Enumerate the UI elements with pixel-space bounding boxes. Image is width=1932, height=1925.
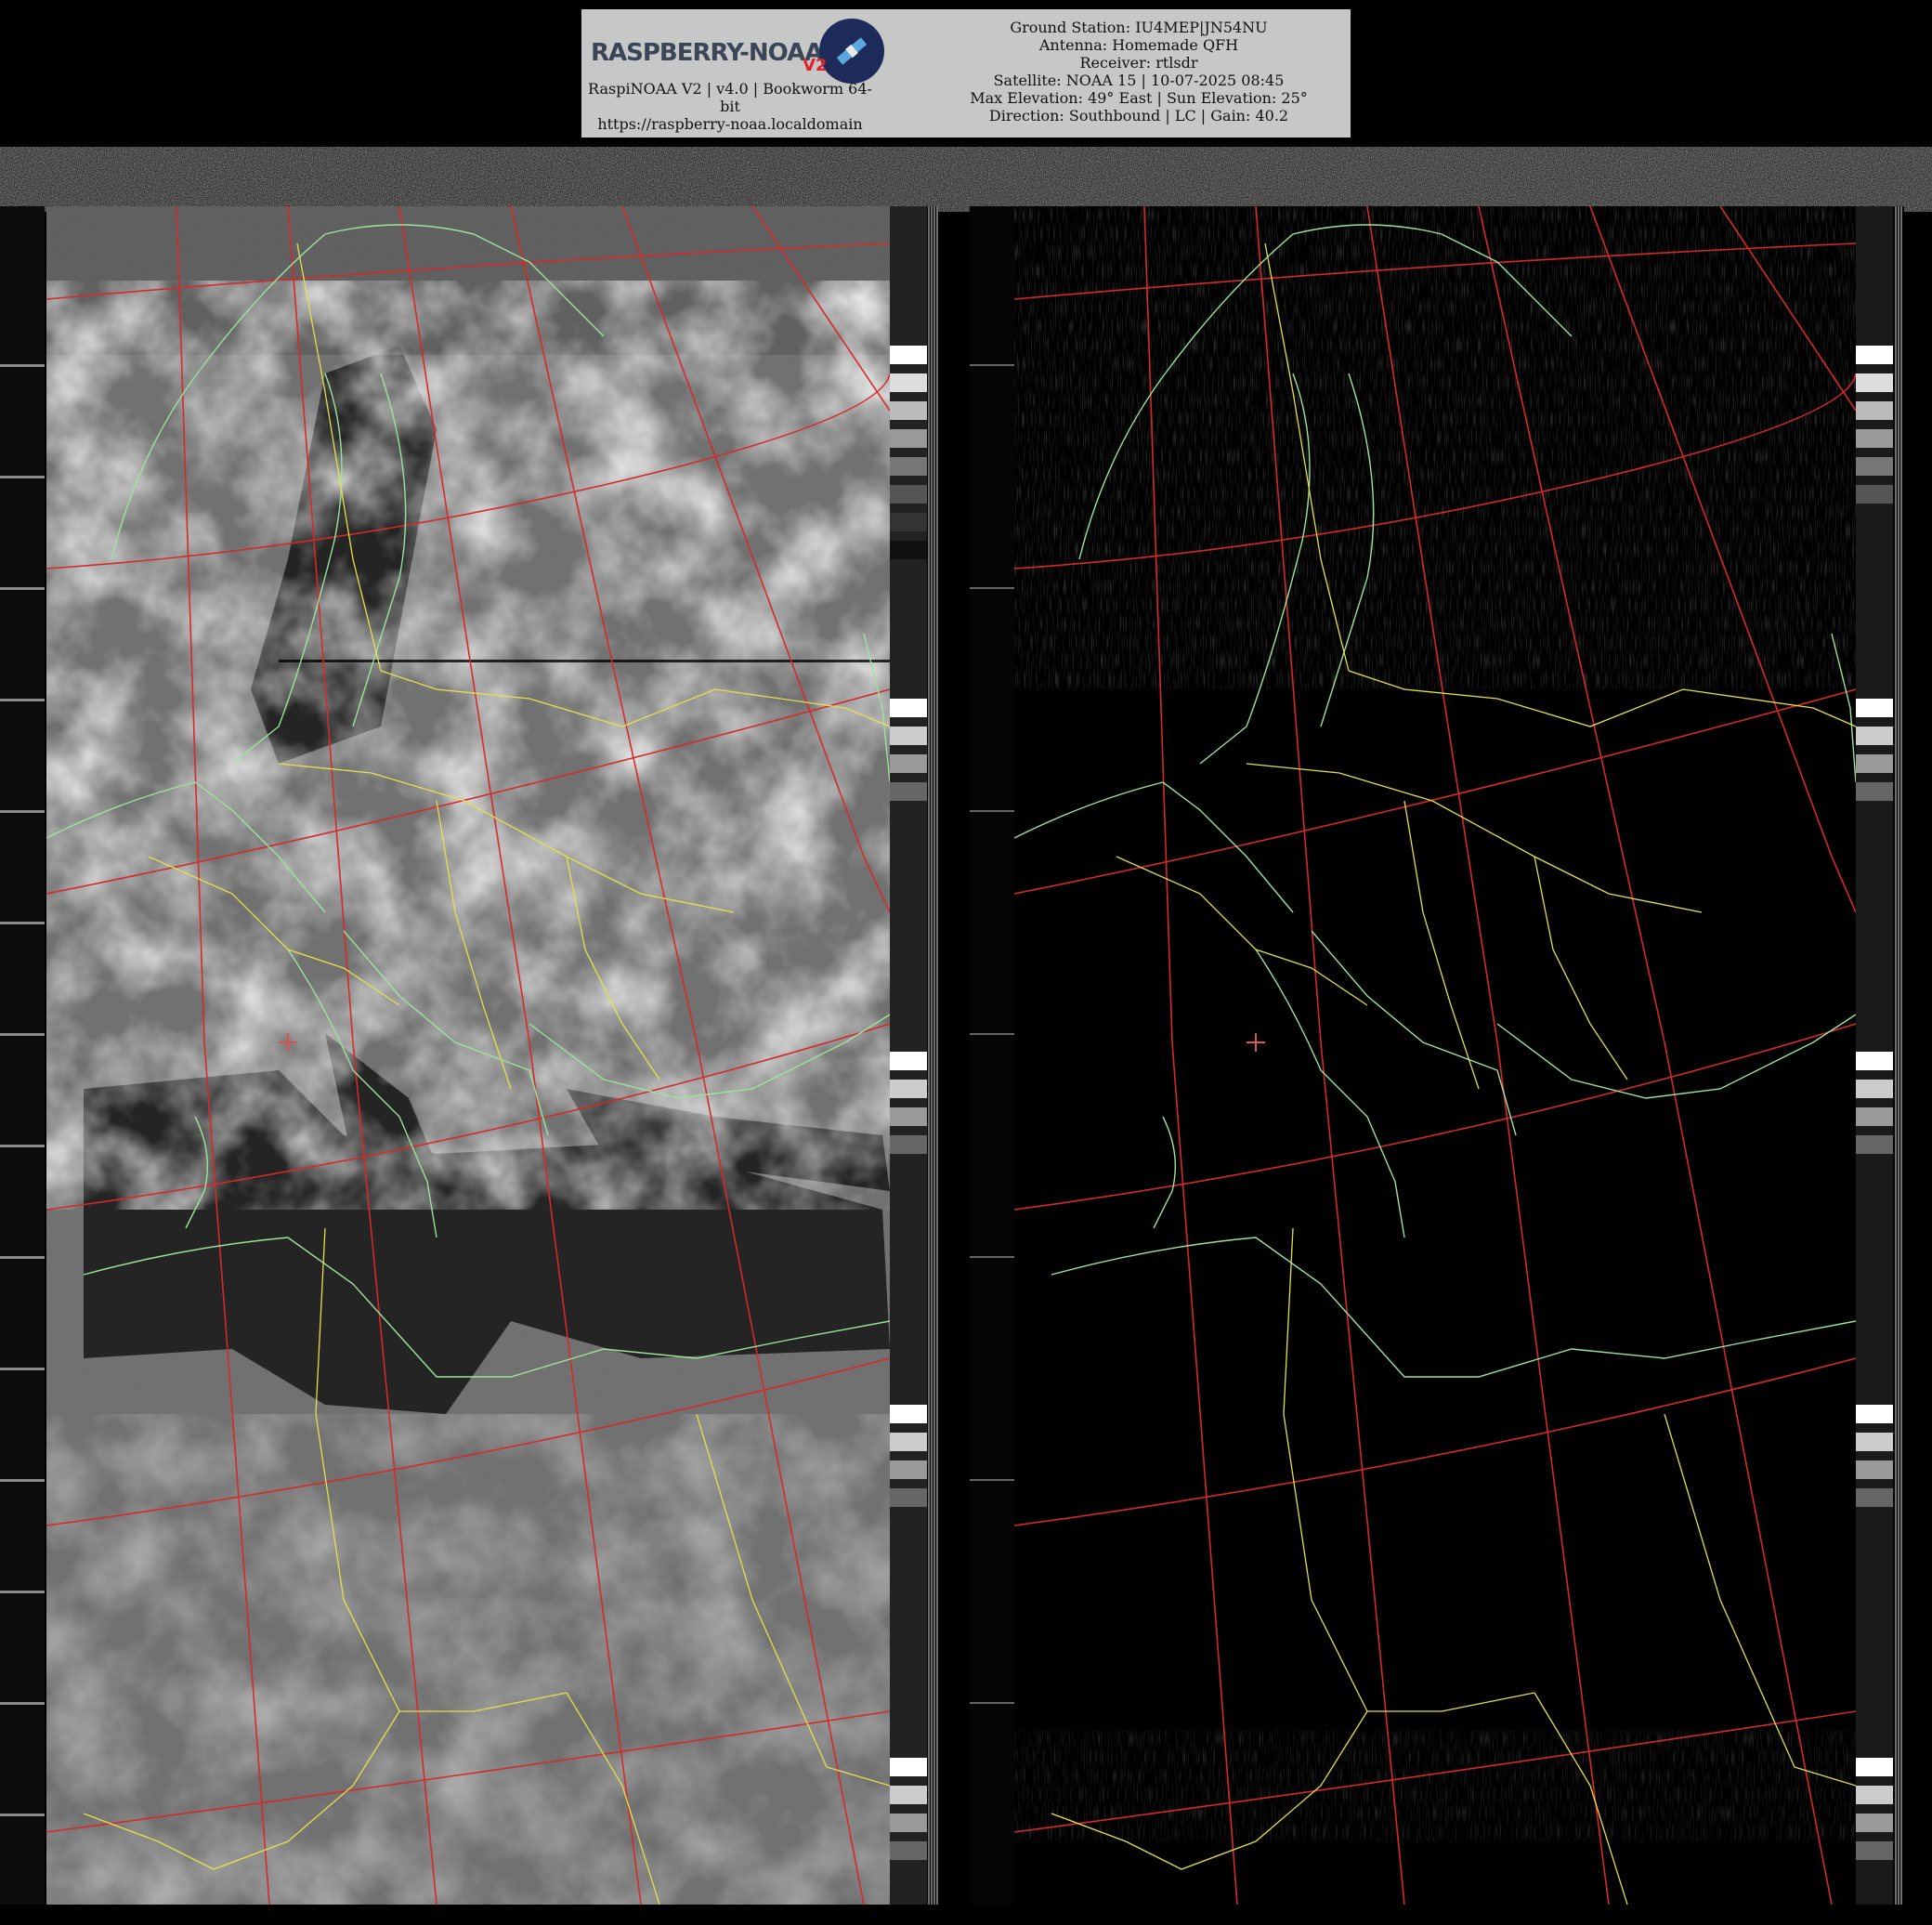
logo-text: RASPBERRY-NOAA — [591, 39, 823, 67]
raspberry-noaa-logo: RASPBERRY-NOAA V2 — [587, 15, 884, 89]
software-info: RaspiNOAA V2 | v4.0 | Bookworm 64- bit h… — [581, 80, 879, 133]
satellite-line: Satellite: NOAA 15 | 10-07-2025 08:45 — [993, 72, 1285, 89]
direction-line: Direction: Southbound | LC | Gain: 40.2 — [988, 107, 1289, 124]
software-line: RaspiNOAA V2 | v4.0 | Bookworm 64- — [588, 80, 872, 98]
logo-version-mark: V2 — [803, 56, 828, 75]
receiver-line: Receiver: rtlsdr — [1079, 54, 1198, 72]
telemetry-wedges-right — [1856, 206, 1904, 1905]
infrared-channel-image — [1014, 206, 1856, 1905]
software-url: https://raspberry-noaa.localdomain — [597, 115, 863, 133]
sync-bar-right — [970, 206, 1014, 1905]
telemetry-wedges-left — [890, 206, 938, 1905]
satellite-icon — [819, 19, 884, 84]
visible-channel-image — [46, 206, 890, 1905]
sync-bar-left — [0, 206, 45, 1905]
elevation-line: Max Elevation: 49° East | Sun Elevation:… — [970, 89, 1308, 107]
software-line: bit — [720, 98, 740, 115]
antenna-line: Antenna: Homemade QFH — [1038, 36, 1239, 54]
pass-info-header: RASPBERRY-NOAA V2 RaspiNOAA V2 | v4.0 | … — [581, 9, 1351, 138]
signal-noise-strip — [0, 147, 1932, 212]
ground-station-line: Ground Station: IU4MEP|JN54NU — [1010, 19, 1268, 36]
pass-details: Ground Station: IU4MEP|JN54NU Antenna: H… — [944, 19, 1334, 124]
